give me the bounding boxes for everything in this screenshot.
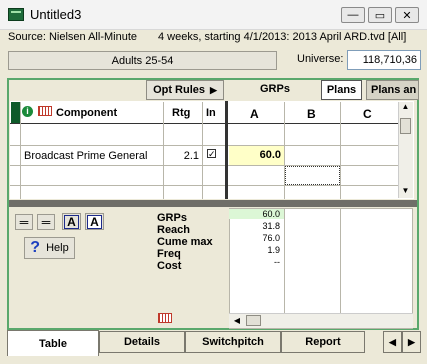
vertical-scrollbar[interactable] (398, 102, 413, 198)
col-c-header[interactable]: C (363, 107, 372, 121)
plans-and-tab[interactable]: Plans an (366, 80, 419, 100)
plans-tab[interactable]: Plans (321, 80, 362, 100)
summary-values-a: 60.0 31.8 76.0 1.9 -- (229, 208, 284, 268)
col-b-header[interactable]: B (307, 107, 316, 121)
report-tab[interactable]: Report (281, 331, 365, 353)
font-small-button[interactable]: A (85, 213, 104, 230)
close-button[interactable]: ✕ (395, 7, 419, 23)
summary-value-cost: -- (274, 257, 280, 267)
rtg-cell[interactable]: 2.1 (166, 150, 199, 162)
col-divider (340, 208, 341, 313)
align-right-button[interactable]: ═ (37, 214, 55, 230)
period-text: 4 weeks, starting 4/1/2013: 2013 April A… (158, 31, 407, 43)
info-icon[interactable]: i (22, 106, 33, 117)
table-icon[interactable] (158, 313, 172, 323)
scroll-down-icon[interactable]: ▼ (400, 186, 411, 198)
summary-value-cume-max: 76.0 (262, 233, 280, 243)
tab-scroll-right-icon[interactable]: ▶ (402, 331, 421, 353)
summary-label-freq: Freq (157, 248, 181, 260)
universe-label: Universe: (297, 53, 344, 65)
source-text: Source: Nielsen All-Minute (8, 31, 138, 43)
app-icon (8, 8, 24, 21)
universe-field[interactable]: 118,710,36 (347, 50, 421, 70)
font-large-button[interactable]: A (62, 213, 81, 230)
details-tab[interactable]: Details (99, 331, 185, 353)
info-bar: Source: Nielsen All-Minute 4 weeks, star… (0, 30, 427, 46)
summary-label-cost: Cost (157, 260, 182, 272)
pane-splitter[interactable] (225, 101, 228, 199)
col-divider (20, 102, 21, 199)
summary-label-grps: GRPs (157, 212, 187, 224)
arrow-right-icon: ▶ (210, 84, 217, 95)
switchpitch-tab[interactable]: Switchpitch (185, 331, 281, 353)
col-in-header[interactable]: In (206, 107, 216, 119)
window-title: Untitled3 (30, 7, 82, 22)
equals-icon: ═ (19, 215, 29, 229)
component-cell[interactable]: Broadcast Prime General (24, 150, 148, 162)
minimize-button[interactable]: — (341, 7, 365, 23)
include-checkbox[interactable]: ✓ (207, 149, 216, 159)
col-rtg-header[interactable]: Rtg (172, 107, 190, 119)
table-icon[interactable] (38, 106, 52, 116)
table-tab[interactable]: Table (7, 330, 99, 356)
tab-scroll-left-icon[interactable]: ◀ (383, 331, 402, 353)
scroll-left-icon[interactable]: ◀ (231, 314, 243, 327)
help-button[interactable]: ? Help (24, 237, 75, 259)
scroll-thumb[interactable] (400, 118, 411, 134)
h-scroll-thumb[interactable] (246, 315, 261, 326)
summary-value-freq: 1.9 (267, 245, 280, 255)
align-left-button[interactable]: ═ (15, 214, 33, 230)
font-a-icon: A (87, 214, 102, 229)
scroll-up-icon[interactable]: ▲ (400, 102, 411, 114)
summary-label-reach: Reach (157, 224, 191, 236)
equals-icon: ═ (41, 215, 51, 229)
col-divider (202, 102, 203, 199)
grps-tab[interactable]: GRPs (260, 83, 290, 95)
summary-label-cume-max: Cume max (157, 236, 213, 248)
col-divider (163, 102, 164, 199)
question-icon: ? (30, 239, 41, 256)
row-selector-strip (11, 102, 20, 124)
opt-rules-tab[interactable]: Opt Rules ▶ (146, 80, 224, 100)
font-a-icon: A (64, 214, 79, 229)
summary-value-grps: 60.0 (262, 209, 280, 219)
help-label: Help (46, 242, 69, 254)
restore-button[interactable]: ▭ (368, 7, 392, 23)
selected-cell[interactable] (285, 166, 340, 185)
summary-labels: GRPs Reach Cume max Freq Cost (157, 212, 213, 272)
plan-a-value-cell[interactable]: 60.0 (229, 146, 284, 165)
horizontal-splitter[interactable] (9, 200, 417, 207)
demo-button[interactable]: Adults 25-54 (8, 51, 277, 70)
opt-rules-label: Opt Rules (153, 84, 206, 96)
col-component-header[interactable]: Component (56, 107, 117, 119)
col-divider (284, 208, 285, 313)
summary-value-reach: 31.8 (262, 221, 280, 231)
col-divider (340, 102, 341, 199)
col-a-header[interactable]: A (250, 107, 259, 121)
